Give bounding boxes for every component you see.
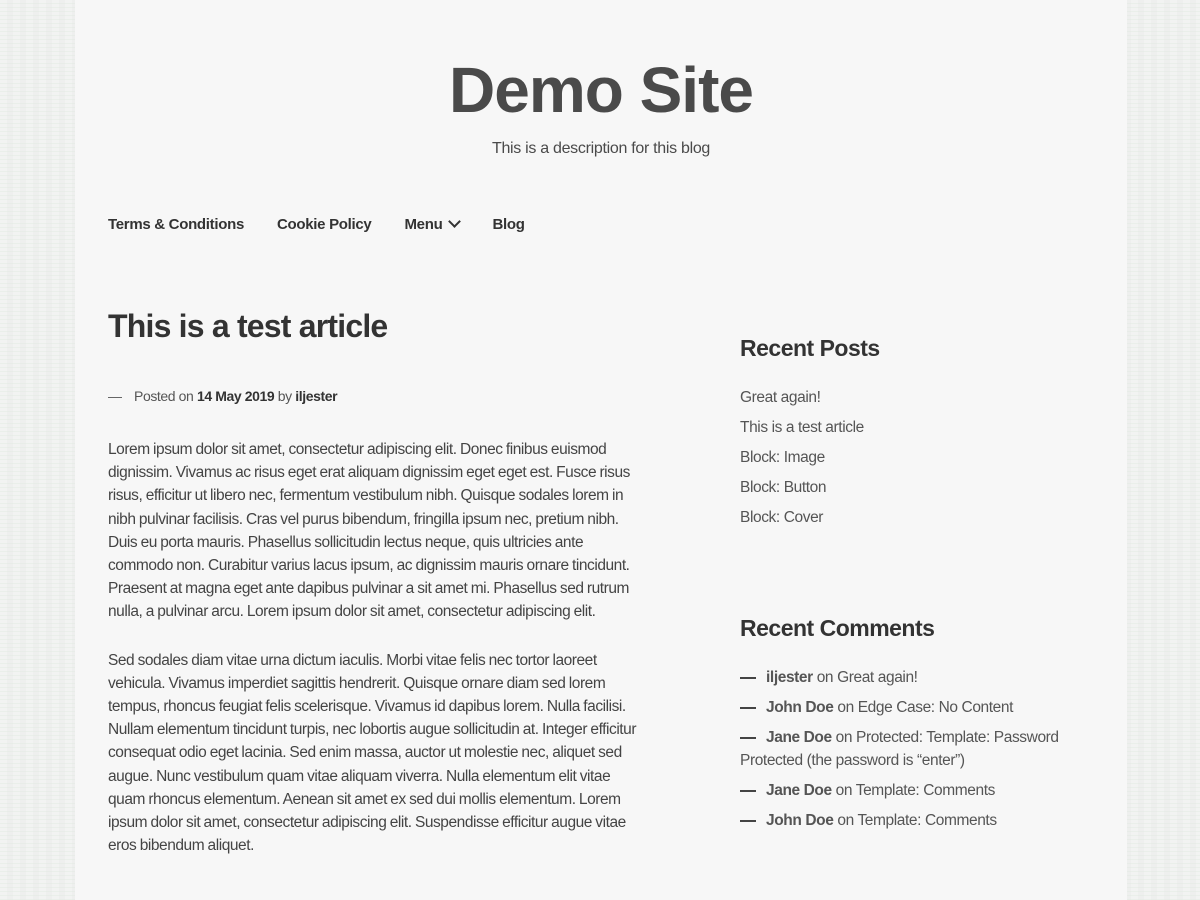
article-paragraph: Sed sodales diam vitae urna dictum iacul…	[108, 651, 637, 855]
site-title[interactable]: Demo Site	[75, 52, 1127, 128]
comment-author-link[interactable]: iljester	[766, 669, 813, 686]
nav-item-label: Terms & Conditions	[108, 215, 244, 233]
list-item: Block: Button	[740, 476, 1080, 499]
recent-post-link[interactable]: Block: Button	[740, 479, 827, 496]
dash-separator	[108, 396, 122, 398]
comment-author-link[interactable]: John Doe	[766, 699, 834, 716]
list-item: Great again!	[740, 386, 1080, 409]
nav-item-terms-conditions[interactable]: Terms & Conditions	[108, 216, 244, 233]
chevron-down-icon[interactable]	[448, 215, 462, 228]
recent-post-link[interactable]: Block: Image	[740, 449, 825, 466]
page-container: Demo Site This is a description for this…	[75, 0, 1127, 900]
dash-separator	[740, 737, 756, 739]
list-item: Block: Image	[740, 446, 1080, 469]
widget-title-recent-posts: Recent Posts	[740, 335, 880, 361]
nav-item-menu-dropdown[interactable]: Menu	[404, 215, 462, 233]
post-author: iljester	[295, 388, 338, 404]
comment-author-link[interactable]: Jane Doe	[766, 729, 832, 746]
recent-post-link[interactable]: Great again!	[740, 389, 821, 406]
list-item: Jane Doe on Protected: Template: Passwor…	[740, 726, 1080, 772]
post-author-link[interactable]: iljester	[295, 388, 337, 404]
recent-post-link[interactable]: This is a test article	[740, 419, 864, 436]
list-item: iljester on Great again!	[740, 666, 1080, 689]
recent-post-link[interactable]: Block: Cover	[740, 509, 823, 526]
site-description: This is a description for this blog	[491, 140, 711, 157]
dash-separator	[740, 677, 756, 679]
dash-separator	[740, 707, 756, 709]
post-date: 14 May 2019	[196, 388, 275, 404]
on-label: on	[837, 812, 854, 829]
entry-content: Lorem ipsum dolor sit amet, consectetur …	[108, 438, 648, 857]
article: This is a test article Posted on 14 May …	[108, 300, 648, 882]
sidebar: Recent Posts Great again! This is a test…	[740, 330, 1080, 839]
on-label: on	[835, 729, 853, 746]
nav-item-label: Blog	[492, 215, 525, 233]
nav-item-label: Menu	[404, 215, 443, 233]
dash-separator	[740, 820, 756, 822]
post-date-link[interactable]: 14 May 2019	[196, 388, 275, 404]
nav-item-cookie-policy[interactable]: Cookie Policy	[277, 215, 372, 233]
on-label: on	[837, 699, 854, 716]
list-item: Block: Cover	[740, 506, 1080, 529]
by-label: by	[277, 388, 292, 404]
dash-separator	[740, 790, 756, 792]
list-item: John Doe on Template: Comments	[740, 809, 1080, 832]
article-title: This is a test article	[108, 308, 388, 344]
on-label: on	[835, 782, 853, 799]
comment-author-link[interactable]: Jane Doe	[766, 782, 832, 799]
main-navigation: Terms & Conditions Cookie Policy Menu Bl…	[108, 212, 558, 236]
nav-item-blog[interactable]: Blog	[492, 216, 524, 233]
widget-title-recent-comments: Recent Comments	[740, 615, 935, 641]
entry-meta: Posted on 14 May 2019 by iljester	[108, 386, 648, 406]
comment-post-link[interactable]: Template: Comments	[856, 782, 996, 799]
recent-comments-list: iljester on Great again! John Doe on Edg…	[740, 666, 1080, 832]
comment-post-link[interactable]: Edge Case: No Content	[858, 699, 1014, 716]
posted-on-label: Posted on	[134, 388, 194, 404]
widget-recent-comments: Recent Comments iljester on Great again!…	[740, 610, 1080, 832]
comment-post-link[interactable]: Template: Comments	[857, 812, 997, 829]
list-item: John Doe on Edge Case: No Content	[740, 696, 1080, 719]
recent-posts-list: Great again! This is a test article Bloc…	[740, 386, 1080, 529]
list-item: Jane Doe on Template: Comments	[740, 779, 1080, 802]
comment-author-link[interactable]: John Doe	[766, 812, 834, 829]
comment-post-link[interactable]: Great again!	[837, 669, 918, 686]
article-paragraph: Lorem ipsum dolor sit amet, consectetur …	[108, 441, 630, 621]
nav-item-label: Cookie Policy	[277, 215, 372, 233]
list-item: This is a test article	[740, 416, 1080, 439]
widget-recent-posts: Recent Posts Great again! This is a test…	[740, 330, 1080, 529]
on-label: on	[816, 669, 834, 686]
